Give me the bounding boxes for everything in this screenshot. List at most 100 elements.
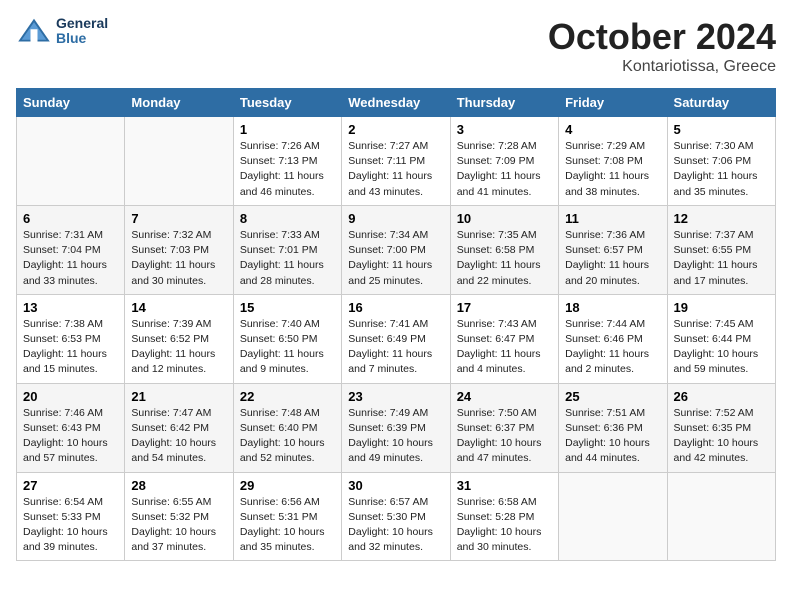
calendar-table: SundayMondayTuesdayWednesdayThursdayFrid… — [16, 88, 776, 561]
day-number: 15 — [240, 300, 335, 315]
day-info: Sunrise: 7:43 AMSunset: 6:47 PMDaylight:… — [457, 317, 552, 378]
day-info: Sunrise: 7:46 AMSunset: 6:43 PMDaylight:… — [23, 406, 118, 467]
header-tuesday: Tuesday — [233, 89, 341, 117]
week-row-1: 6Sunrise: 7:31 AMSunset: 7:04 PMDaylight… — [17, 205, 776, 294]
day-number: 24 — [457, 389, 552, 404]
week-row-2: 13Sunrise: 7:38 AMSunset: 6:53 PMDayligh… — [17, 294, 776, 383]
calendar-cell: 9 Sunrise: 7:34 AMSunset: 7:00 PMDaylight… — [342, 205, 450, 294]
header-thursday: Thursday — [450, 89, 558, 117]
day-number: 19 — [674, 300, 769, 315]
day-number: 20 — [23, 389, 118, 404]
calendar-cell: 25 Sunrise: 7:51 AMSunset: 6:36 PMDayligh… — [559, 383, 667, 472]
day-number: 11 — [565, 211, 660, 226]
day-info: Sunrise: 7:41 AMSunset: 6:49 PMDaylight:… — [348, 317, 443, 378]
day-number: 30 — [348, 478, 443, 493]
calendar-cell: 11Sunrise: 7:36 AMSunset: 6:57 PMDayligh… — [559, 205, 667, 294]
calendar-cell — [559, 472, 667, 561]
page-subtitle: Kontariotissa, Greece — [548, 58, 776, 76]
calendar-cell: 21 Sunrise: 7:47 AMSunset: 6:42 PMDayligh… — [125, 383, 233, 472]
week-row-4: 27Sunrise: 6:54 AMSunset: 5:33 PMDayligh… — [17, 472, 776, 561]
calendar-cell: 8Sunrise: 7:33 AMSunset: 7:01 PMDaylight… — [233, 205, 341, 294]
calendar-cell — [17, 117, 125, 206]
day-number: 2 — [348, 122, 443, 137]
header-wednesday: Wednesday — [342, 89, 450, 117]
calendar-cell: 18 Sunrise: 7:44 AMSunset: 6:46 PMDayligh… — [559, 294, 667, 383]
day-info: Sunrise: 7:44 AMSunset: 6:46 PMDaylight:… — [565, 317, 660, 378]
calendar-cell: 2 Sunrise: 7:27 AMSunset: 7:11 PMDaylight… — [342, 117, 450, 206]
calendar-cell: 1Sunrise: 7:26 AMSunset: 7:13 PMDaylight… — [233, 117, 341, 206]
calendar-cell: 5 Sunrise: 7:30 AMSunset: 7:06 PMDaylight… — [667, 117, 775, 206]
calendar-cell: 4Sunrise: 7:29 AMSunset: 7:08 PMDaylight… — [559, 117, 667, 206]
week-row-0: 1Sunrise: 7:26 AMSunset: 7:13 PMDaylight… — [17, 117, 776, 206]
day-info: Sunrise: 6:54 AMSunset: 5:33 PMDaylight:… — [23, 495, 118, 556]
day-info: Sunrise: 7:26 AMSunset: 7:13 PMDaylight:… — [240, 139, 335, 200]
day-info: Sunrise: 7:37 AMSunset: 6:55 PMDaylight:… — [674, 228, 769, 289]
day-info: Sunrise: 7:40 AMSunset: 6:50 PMDaylight:… — [240, 317, 335, 378]
day-number: 21 — [131, 389, 226, 404]
day-info: Sunrise: 7:49 AMSunset: 6:39 PMDaylight:… — [348, 406, 443, 467]
calendar-cell: 7 Sunrise: 7:32 AMSunset: 7:03 PMDaylight… — [125, 205, 233, 294]
calendar-header-row: SundayMondayTuesdayWednesdayThursdayFrid… — [17, 89, 776, 117]
calendar-cell: 24 Sunrise: 7:50 AMSunset: 6:37 PMDayligh… — [450, 383, 558, 472]
calendar-cell — [125, 117, 233, 206]
day-number: 25 — [565, 389, 660, 404]
day-info: Sunrise: 7:31 AMSunset: 7:04 PMDaylight:… — [23, 228, 118, 289]
day-info: Sunrise: 7:29 AMSunset: 7:08 PMDaylight:… — [565, 139, 660, 200]
day-info: Sunrise: 6:58 AMSunset: 5:28 PMDaylight:… — [457, 495, 552, 556]
header-saturday: Saturday — [667, 89, 775, 117]
day-info: Sunrise: 7:33 AMSunset: 7:01 PMDaylight:… — [240, 228, 335, 289]
day-number: 5 — [674, 122, 769, 137]
calendar-cell: 17 Sunrise: 7:43 AMSunset: 6:47 PMDayligh… — [450, 294, 558, 383]
calendar-cell: 10Sunrise: 7:35 AMSunset: 6:58 PMDayligh… — [450, 205, 558, 294]
day-number: 22 — [240, 389, 335, 404]
calendar-cell: 26 Sunrise: 7:52 AMSunset: 6:35 PMDayligh… — [667, 383, 775, 472]
day-info: Sunrise: 7:48 AMSunset: 6:40 PMDaylight:… — [240, 406, 335, 467]
calendar-cell: 29Sunrise: 6:56 AMSunset: 5:31 PMDayligh… — [233, 472, 341, 561]
day-info: Sunrise: 7:52 AMSunset: 6:35 PMDaylight:… — [674, 406, 769, 467]
logo-icon — [16, 17, 52, 45]
page-title: October 2024 — [548, 16, 776, 58]
day-number: 26 — [674, 389, 769, 404]
day-number: 16 — [348, 300, 443, 315]
calendar-cell: 31 Sunrise: 6:58 AMSunset: 5:28 PMDayligh… — [450, 472, 558, 561]
calendar-cell: 13Sunrise: 7:38 AMSunset: 6:53 PMDayligh… — [17, 294, 125, 383]
day-info: Sunrise: 7:51 AMSunset: 6:36 PMDaylight:… — [565, 406, 660, 467]
week-row-3: 20 Sunrise: 7:46 AMSunset: 6:43 PMDayligh… — [17, 383, 776, 472]
day-info: Sunrise: 7:32 AMSunset: 7:03 PMDaylight:… — [131, 228, 226, 289]
title-block: October 2024 Kontariotissa, Greece — [548, 16, 776, 76]
calendar-cell: 6Sunrise: 7:31 AMSunset: 7:04 PMDaylight… — [17, 205, 125, 294]
calendar-cell: 30 Sunrise: 6:57 AMSunset: 5:30 PMDayligh… — [342, 472, 450, 561]
day-info: Sunrise: 7:34 AMSunset: 7:00 PMDaylight:… — [348, 228, 443, 289]
day-number: 14 — [131, 300, 226, 315]
calendar-cell: 20 Sunrise: 7:46 AMSunset: 6:43 PMDayligh… — [17, 383, 125, 472]
day-info: Sunrise: 7:47 AMSunset: 6:42 PMDaylight:… — [131, 406, 226, 467]
logo-line1: General — [56, 16, 108, 31]
calendar-cell — [667, 472, 775, 561]
day-number: 23 — [348, 389, 443, 404]
calendar-cell: 12 Sunrise: 7:37 AMSunset: 6:55 PMDayligh… — [667, 205, 775, 294]
day-number: 10 — [457, 211, 552, 226]
day-info: Sunrise: 7:30 AMSunset: 7:06 PMDaylight:… — [674, 139, 769, 200]
calendar-cell: 23 Sunrise: 7:49 AMSunset: 6:39 PMDayligh… — [342, 383, 450, 472]
calendar-cell: 14 Sunrise: 7:39 AMSunset: 6:52 PMDayligh… — [125, 294, 233, 383]
day-info: Sunrise: 7:39 AMSunset: 6:52 PMDaylight:… — [131, 317, 226, 378]
day-number: 9 — [348, 211, 443, 226]
day-info: Sunrise: 6:55 AMSunset: 5:32 PMDaylight:… — [131, 495, 226, 556]
header-friday: Friday — [559, 89, 667, 117]
page-header: General Blue October 2024 Kontariotissa,… — [16, 16, 776, 76]
day-info: Sunrise: 7:27 AMSunset: 7:11 PMDaylight:… — [348, 139, 443, 200]
day-info: Sunrise: 7:45 AMSunset: 6:44 PMDaylight:… — [674, 317, 769, 378]
day-number: 31 — [457, 478, 552, 493]
day-info: Sunrise: 7:50 AMSunset: 6:37 PMDaylight:… — [457, 406, 552, 467]
logo-text: General Blue — [56, 16, 108, 47]
logo: General Blue — [16, 16, 108, 47]
calendar-cell: 15 Sunrise: 7:40 AMSunset: 6:50 PMDayligh… — [233, 294, 341, 383]
day-number: 12 — [674, 211, 769, 226]
day-info: Sunrise: 7:28 AMSunset: 7:09 PMDaylight:… — [457, 139, 552, 200]
day-number: 7 — [131, 211, 226, 226]
day-info: Sunrise: 6:57 AMSunset: 5:30 PMDaylight:… — [348, 495, 443, 556]
day-number: 17 — [457, 300, 552, 315]
day-number: 3 — [457, 122, 552, 137]
calendar-cell: 27Sunrise: 6:54 AMSunset: 5:33 PMDayligh… — [17, 472, 125, 561]
day-number: 18 — [565, 300, 660, 315]
